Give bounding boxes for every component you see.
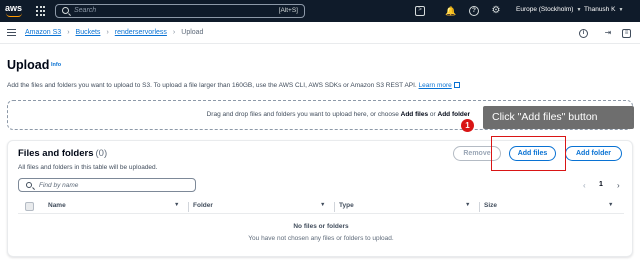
- chevron-right-icon: ›: [106, 29, 109, 36]
- chevron-right-icon: ›: [67, 29, 70, 36]
- column-divider: [188, 202, 189, 212]
- find-by-name-input[interactable]: Find by name: [18, 178, 196, 192]
- info-icon[interactable]: i: [579, 29, 588, 38]
- column-size[interactable]: Size ▼: [484, 202, 613, 209]
- caret-down-icon: ▼: [618, 7, 624, 13]
- search-icon: [26, 182, 32, 188]
- drop-zone-add-folder: Add folder: [437, 111, 471, 118]
- sort-icon: ▼: [608, 202, 614, 208]
- column-folder[interactable]: Folder ▼: [193, 202, 325, 209]
- callout-text: Click "Add files" button: [492, 111, 598, 123]
- region-label: Europe (Stockholm): [516, 6, 574, 13]
- step-badge: 1: [461, 119, 474, 132]
- page-title: Upload: [7, 58, 50, 72]
- info-link[interactable]: Info: [51, 62, 61, 68]
- chevron-right-icon: ›: [172, 29, 176, 36]
- select-all-checkbox[interactable]: [25, 202, 34, 211]
- column-type[interactable]: Type ▼: [339, 202, 470, 209]
- menu-icon[interactable]: [7, 29, 16, 36]
- add-folder-button[interactable]: Add folder: [565, 146, 622, 161]
- aws-smile-icon: [6, 13, 22, 17]
- caret-down-icon: ▼: [576, 7, 582, 13]
- aws-logo[interactable]: aws: [5, 3, 23, 19]
- column-name-label: Name: [48, 202, 66, 209]
- table-header: Name ▼ Folder ▼ Type ▼ Size ▼: [18, 200, 624, 214]
- breadcrumb-buckets[interactable]: Buckets: [76, 29, 101, 36]
- drop-zone-add-files: Add files: [400, 111, 429, 118]
- aws-logo-text: aws: [5, 3, 23, 13]
- breadcrumb-bar: Amazon S3 › Buckets › renderservorless ›…: [0, 22, 640, 44]
- breadcrumb-current: Upload: [181, 29, 204, 36]
- column-type-label: Type: [339, 202, 354, 209]
- drop-zone-prefix: Drag and drop files and folders you want…: [206, 111, 401, 118]
- sort-icon: ▼: [174, 202, 180, 208]
- drop-zone-text: Drag and drop files and folders you want…: [207, 111, 470, 118]
- sort-icon: ▼: [465, 202, 471, 208]
- add-files-highlight-box: [491, 136, 566, 171]
- column-folder-label: Folder: [193, 202, 213, 209]
- breadcrumb: Amazon S3 › Buckets › renderservorless ›…: [25, 29, 203, 36]
- page-number[interactable]: 1: [599, 181, 603, 188]
- top-navigation: aws Search [Alt+S] > 🔔 ? ⚙ Europe (Stock…: [0, 0, 640, 22]
- cloudshell-icon[interactable]: >: [415, 6, 425, 16]
- drop-zone-or: or: [428, 111, 438, 118]
- description-text: Add the files and folders you want to up…: [7, 82, 417, 89]
- file-count: (0): [95, 148, 108, 159]
- column-name[interactable]: Name ▼: [48, 202, 179, 209]
- find-placeholder: Find by name: [39, 181, 79, 189]
- breadcrumb-amazon-s3[interactable]: Amazon S3: [25, 29, 61, 36]
- chevron-right-icon[interactable]: ›: [617, 181, 620, 190]
- learn-more-link[interactable]: Learn more: [419, 82, 452, 89]
- account-menu[interactable]: Thanush K ▼: [584, 6, 623, 13]
- apps-grid-icon[interactable]: [36, 6, 46, 16]
- breadcrumb-bucket[interactable]: renderservorless: [115, 29, 167, 36]
- column-size-label: Size: [484, 202, 498, 209]
- column-divider: [334, 202, 335, 212]
- search-placeholder: Search: [74, 7, 97, 14]
- gear-icon[interactable]: ⚙: [491, 6, 501, 16]
- search-shortcut: [Alt+S]: [278, 7, 298, 14]
- page-description: Add the files and folders you want to up…: [7, 82, 460, 89]
- panel-icon[interactable]: ≡: [622, 29, 631, 38]
- panel-title: Files and folders (0): [18, 148, 107, 159]
- search-icon: [62, 7, 69, 14]
- panel-title-text: Files and folders: [18, 148, 94, 159]
- chevron-left-icon[interactable]: ‹: [583, 181, 586, 190]
- search-input[interactable]: Search [Alt+S]: [55, 4, 305, 18]
- account-name: Thanush K: [584, 6, 616, 13]
- bell-icon[interactable]: 🔔: [445, 6, 456, 16]
- region-selector[interactable]: Europe (Stockholm) ▼: [516, 6, 581, 13]
- empty-state-subtitle: You have not chosen any files or folders…: [248, 235, 394, 242]
- column-divider: [479, 202, 480, 212]
- panel-subtitle: All files and folders in this table will…: [18, 164, 158, 171]
- empty-state-title: No files or folders: [293, 223, 349, 230]
- sort-icon: ▼: [320, 202, 326, 208]
- external-link-icon: [453, 82, 460, 88]
- exit-icon[interactable]: ⇥: [603, 28, 613, 38]
- tutorial-callout: Click "Add files" button: [483, 106, 634, 129]
- help-icon[interactable]: ?: [469, 6, 479, 16]
